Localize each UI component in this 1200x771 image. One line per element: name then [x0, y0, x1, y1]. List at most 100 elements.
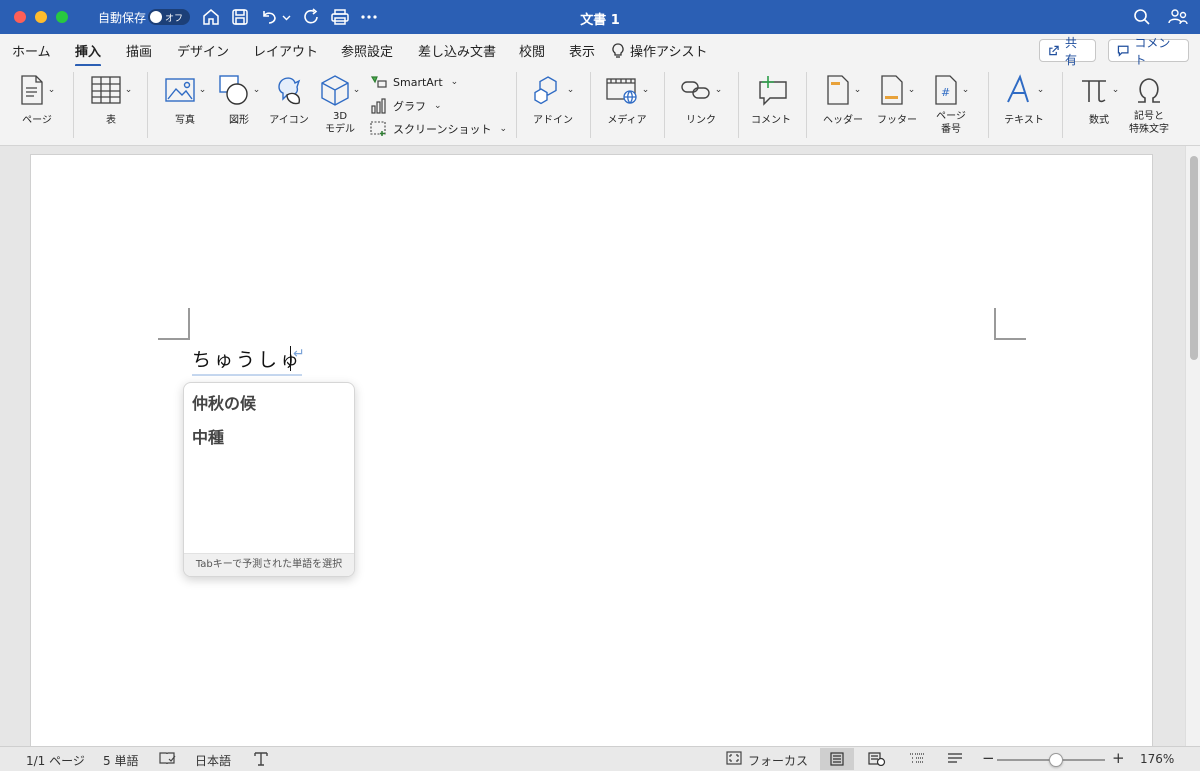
print-icon[interactable]: [329, 6, 351, 28]
document-area: ちゅうしゅ ↵ 仲秋の候 中種 Tabキーで予測された単語を選択: [0, 146, 1185, 754]
minimize-window-button[interactable]: [35, 11, 47, 23]
web-layout-view-button[interactable]: [860, 748, 894, 770]
tab-draw[interactable]: 描画: [126, 41, 152, 60]
word-count[interactable]: 5 単語: [103, 752, 138, 769]
accessibility-icon[interactable]: [253, 750, 269, 770]
account-icon[interactable]: [1167, 6, 1189, 28]
equation-button[interactable]: ⌄ 数式: [1074, 72, 1124, 127]
shapes-label: 図形: [229, 115, 249, 126]
outline-icon: [910, 753, 924, 763]
tell-me-label: 操作アシスト: [630, 45, 708, 60]
screenshot-button[interactable]: スクリーンショット ⌄: [370, 121, 507, 137]
more-icon[interactable]: [358, 6, 380, 28]
save-icon[interactable]: [229, 6, 251, 28]
add-ins-icon: [534, 76, 557, 105]
smartart-icon: [370, 76, 387, 88]
photo-button[interactable]: ⌄ 写真: [160, 72, 210, 127]
page-count[interactable]: 1/1 ページ: [26, 752, 85, 769]
smartart-label: SmartArt: [393, 75, 443, 89]
add-ins-button[interactable]: ⌄ アドイン: [528, 72, 578, 127]
comments-label: コメント: [1134, 35, 1171, 67]
page-button[interactable]: ⌄ ページ: [14, 72, 60, 127]
zoom-in-button[interactable]: +: [1112, 749, 1125, 767]
autosave-toggle[interactable]: オフ: [148, 9, 190, 25]
tab-design[interactable]: デザイン: [177, 41, 229, 60]
ribbon-insert: ⌄ ページ ⌄ 表 ⌄ 写真 ⌄ 図形 アイコン ⌄ 3D モデル SmartA…: [0, 66, 1200, 146]
suggestion-item[interactable]: 中種: [192, 424, 224, 448]
comment-button[interactable]: コメント: [748, 72, 794, 127]
symbol-button[interactable]: 記号と 特殊文字: [1124, 72, 1174, 136]
cube-icon: [321, 75, 349, 106]
zoom-slider-thumb[interactable]: [1049, 753, 1064, 767]
table-label: 表: [106, 115, 116, 126]
zoom-level[interactable]: 176%: [1140, 752, 1174, 766]
chart-label: グラフ: [393, 100, 426, 113]
margin-corner-right: [994, 308, 1026, 340]
zoom-out-button[interactable]: −: [982, 749, 995, 767]
tab-references[interactable]: 参照設定: [341, 41, 393, 60]
text-cursor: [290, 346, 291, 371]
suggestion-item[interactable]: 仲秋の候: [192, 390, 256, 414]
status-bar: 1/1 ページ 5 単語 日本語 フォーカス − + 176%: [0, 746, 1200, 771]
close-window-button[interactable]: [14, 11, 26, 23]
search-icon[interactable]: [1131, 6, 1153, 28]
proofing-icon[interactable]: [158, 751, 176, 769]
toggle-knob: [150, 11, 162, 23]
title-bar: 自動保存 オフ 文書 1: [0, 0, 1200, 34]
shapes-button[interactable]: ⌄ 図形: [214, 72, 264, 127]
zoom-slider[interactable]: [997, 753, 1105, 767]
tab-review[interactable]: 校閲: [519, 41, 545, 60]
icons-button[interactable]: アイコン: [266, 72, 312, 127]
draft-view-button[interactable]: [938, 748, 972, 770]
link-button[interactable]: ⌄ リンク: [676, 72, 726, 127]
share-button[interactable]: 共有: [1039, 36, 1096, 67]
page-number-button[interactable]: # ⌄ ページ 番号: [926, 72, 976, 136]
text-button[interactable]: ⌄ テキスト: [1000, 72, 1048, 127]
zoom-window-button[interactable]: [56, 11, 68, 23]
svg-text:#: #: [941, 86, 950, 99]
tab-layout[interactable]: レイアウト: [253, 41, 318, 60]
focus-mode-button[interactable]: フォーカス: [748, 752, 808, 769]
share-label: 共有: [1064, 35, 1077, 67]
footer-button[interactable]: ⌄ フッター: [872, 72, 922, 127]
comments-button[interactable]: コメント: [1108, 36, 1189, 67]
undo-icon[interactable]: [258, 6, 280, 28]
tab-mailings[interactable]: 差し込み文書: [418, 41, 496, 60]
tab-home[interactable]: ホーム: [12, 41, 51, 60]
web-layout-icon: [868, 752, 886, 766]
table-button[interactable]: ⌄ 表: [86, 72, 136, 127]
composing-text[interactable]: ちゅうしゅ: [192, 345, 303, 376]
media-label: メディア: [607, 115, 647, 126]
tab-tell-me[interactable]: 操作アシスト: [612, 41, 707, 60]
chart-button[interactable]: グラフ ⌄: [370, 98, 442, 114]
autosave-label: 自動保存: [98, 11, 147, 25]
chevron-down-icon: ⌄: [566, 85, 575, 95]
media-button[interactable]: ⌄ メディア: [602, 72, 652, 127]
vertical-scrollbar[interactable]: [1185, 146, 1200, 746]
divider: [738, 72, 739, 138]
smartart-button[interactable]: SmartArt ⌄: [370, 75, 458, 89]
scrollbar-thumb[interactable]: [1190, 156, 1198, 360]
undo-dropdown-chevron-icon[interactable]: [279, 6, 293, 28]
page-number-icon: #: [935, 75, 957, 105]
link-label: リンク: [686, 115, 716, 126]
new-comment-icon: [759, 76, 787, 106]
outline-view-button[interactable]: [900, 748, 934, 770]
comment-icon: [1117, 45, 1129, 57]
divider: [988, 72, 989, 138]
home-icon[interactable]: [200, 6, 222, 28]
print-layout-view-button[interactable]: [820, 748, 854, 770]
language-indicator[interactable]: 日本語: [195, 752, 231, 769]
text-label: テキスト: [1004, 115, 1044, 126]
chevron-down-icon: ⌄: [198, 85, 207, 95]
redo-icon[interactable]: [301, 6, 323, 28]
shapes-icon: [219, 75, 248, 105]
tab-view[interactable]: 表示: [569, 41, 595, 60]
header-button[interactable]: ⌄ ヘッダー: [818, 72, 868, 127]
paragraph-mark-icon: ↵: [293, 346, 305, 362]
tab-insert[interactable]: 挿入: [75, 41, 102, 67]
document-page[interactable]: ちゅうしゅ ↵ 仲秋の候 中種 Tabキーで予測された単語を選択: [30, 154, 1153, 754]
chevron-down-icon: ⌄: [499, 124, 507, 134]
3d-models-button[interactable]: ⌄ 3D モデル: [316, 72, 364, 136]
screenshot-icon: [370, 121, 386, 136]
